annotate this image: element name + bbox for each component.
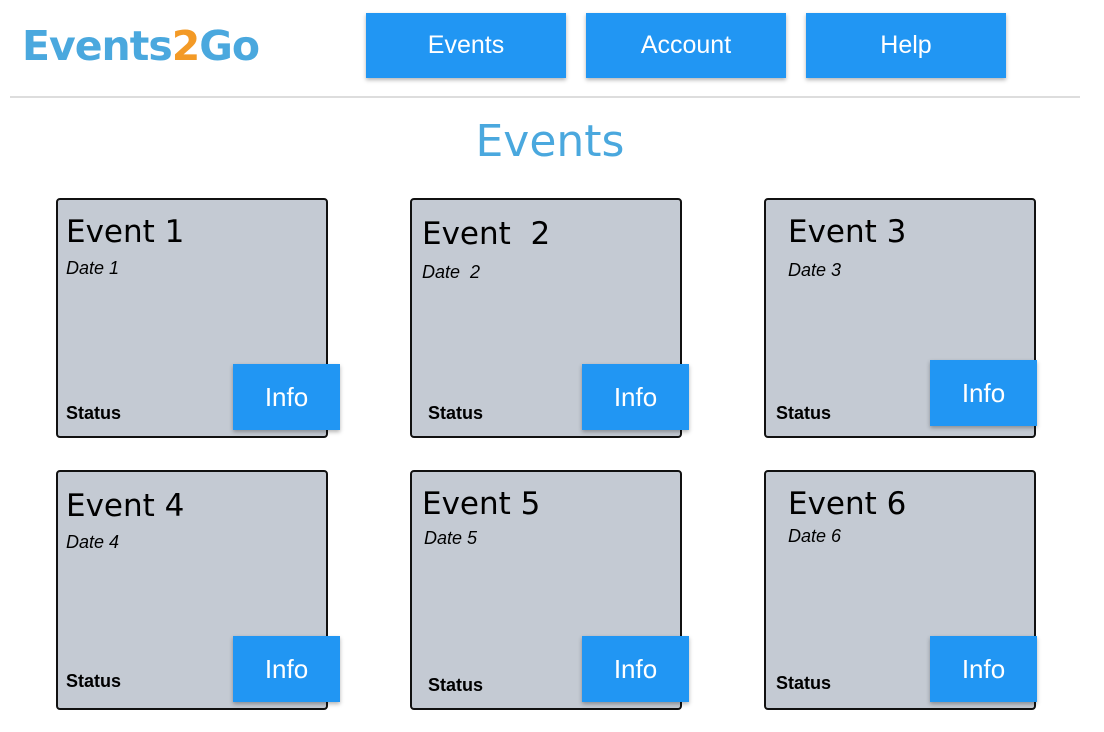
- nav-help-button[interactable]: Help: [806, 13, 1006, 78]
- logo-text-go: Go: [199, 22, 260, 70]
- info-button[interactable]: Info: [582, 364, 689, 430]
- event-status: Status: [428, 403, 484, 423]
- page-title: Events: [475, 116, 625, 167]
- header-divider: [10, 96, 1080, 98]
- event-date: Date 3: [788, 260, 842, 280]
- nav-account-button[interactable]: Account: [586, 13, 786, 78]
- event-card: Event 4 Date 4 Status Info: [56, 470, 340, 710]
- info-button[interactable]: Info: [930, 636, 1037, 702]
- event-title: Event 4: [66, 488, 185, 524]
- event-status: Status: [776, 673, 832, 693]
- logo[interactable]: Events2Go: [22, 22, 260, 70]
- event-card: Event 5 Date 5 Status Info: [410, 470, 689, 710]
- event-title: Event 3: [788, 214, 907, 250]
- event-title: Event 1: [66, 214, 185, 250]
- event-card: Event 1 Date 1 Status Info: [56, 198, 340, 438]
- logo-text-2: 2: [171, 22, 201, 70]
- event-date: Date 5: [424, 528, 478, 548]
- event-date: Date 4: [66, 532, 120, 552]
- event-card: Event 6 Date 6 Status Info: [764, 470, 1037, 710]
- info-button[interactable]: Info: [233, 364, 340, 430]
- event-date: Date 1: [66, 258, 120, 278]
- info-button[interactable]: Info: [233, 636, 340, 702]
- event-card: Event 3 Date 3 Status Info: [764, 198, 1037, 438]
- info-button[interactable]: Info: [582, 636, 689, 702]
- event-status: Status: [66, 403, 122, 423]
- event-card: Event 2 Date 2 Status Info: [410, 198, 689, 438]
- event-title: Event 2: [422, 216, 551, 252]
- info-button[interactable]: Info: [930, 360, 1037, 426]
- event-status: Status: [428, 675, 484, 695]
- event-title: Event 5: [422, 486, 541, 522]
- event-date: Date 2: [422, 262, 481, 282]
- event-status: Status: [776, 403, 832, 423]
- logo-text-events: Events: [22, 22, 173, 70]
- event-status: Status: [66, 671, 122, 691]
- nav-events-button[interactable]: Events: [366, 13, 566, 78]
- event-date: Date 6: [788, 526, 842, 546]
- event-title: Event 6: [788, 486, 907, 522]
